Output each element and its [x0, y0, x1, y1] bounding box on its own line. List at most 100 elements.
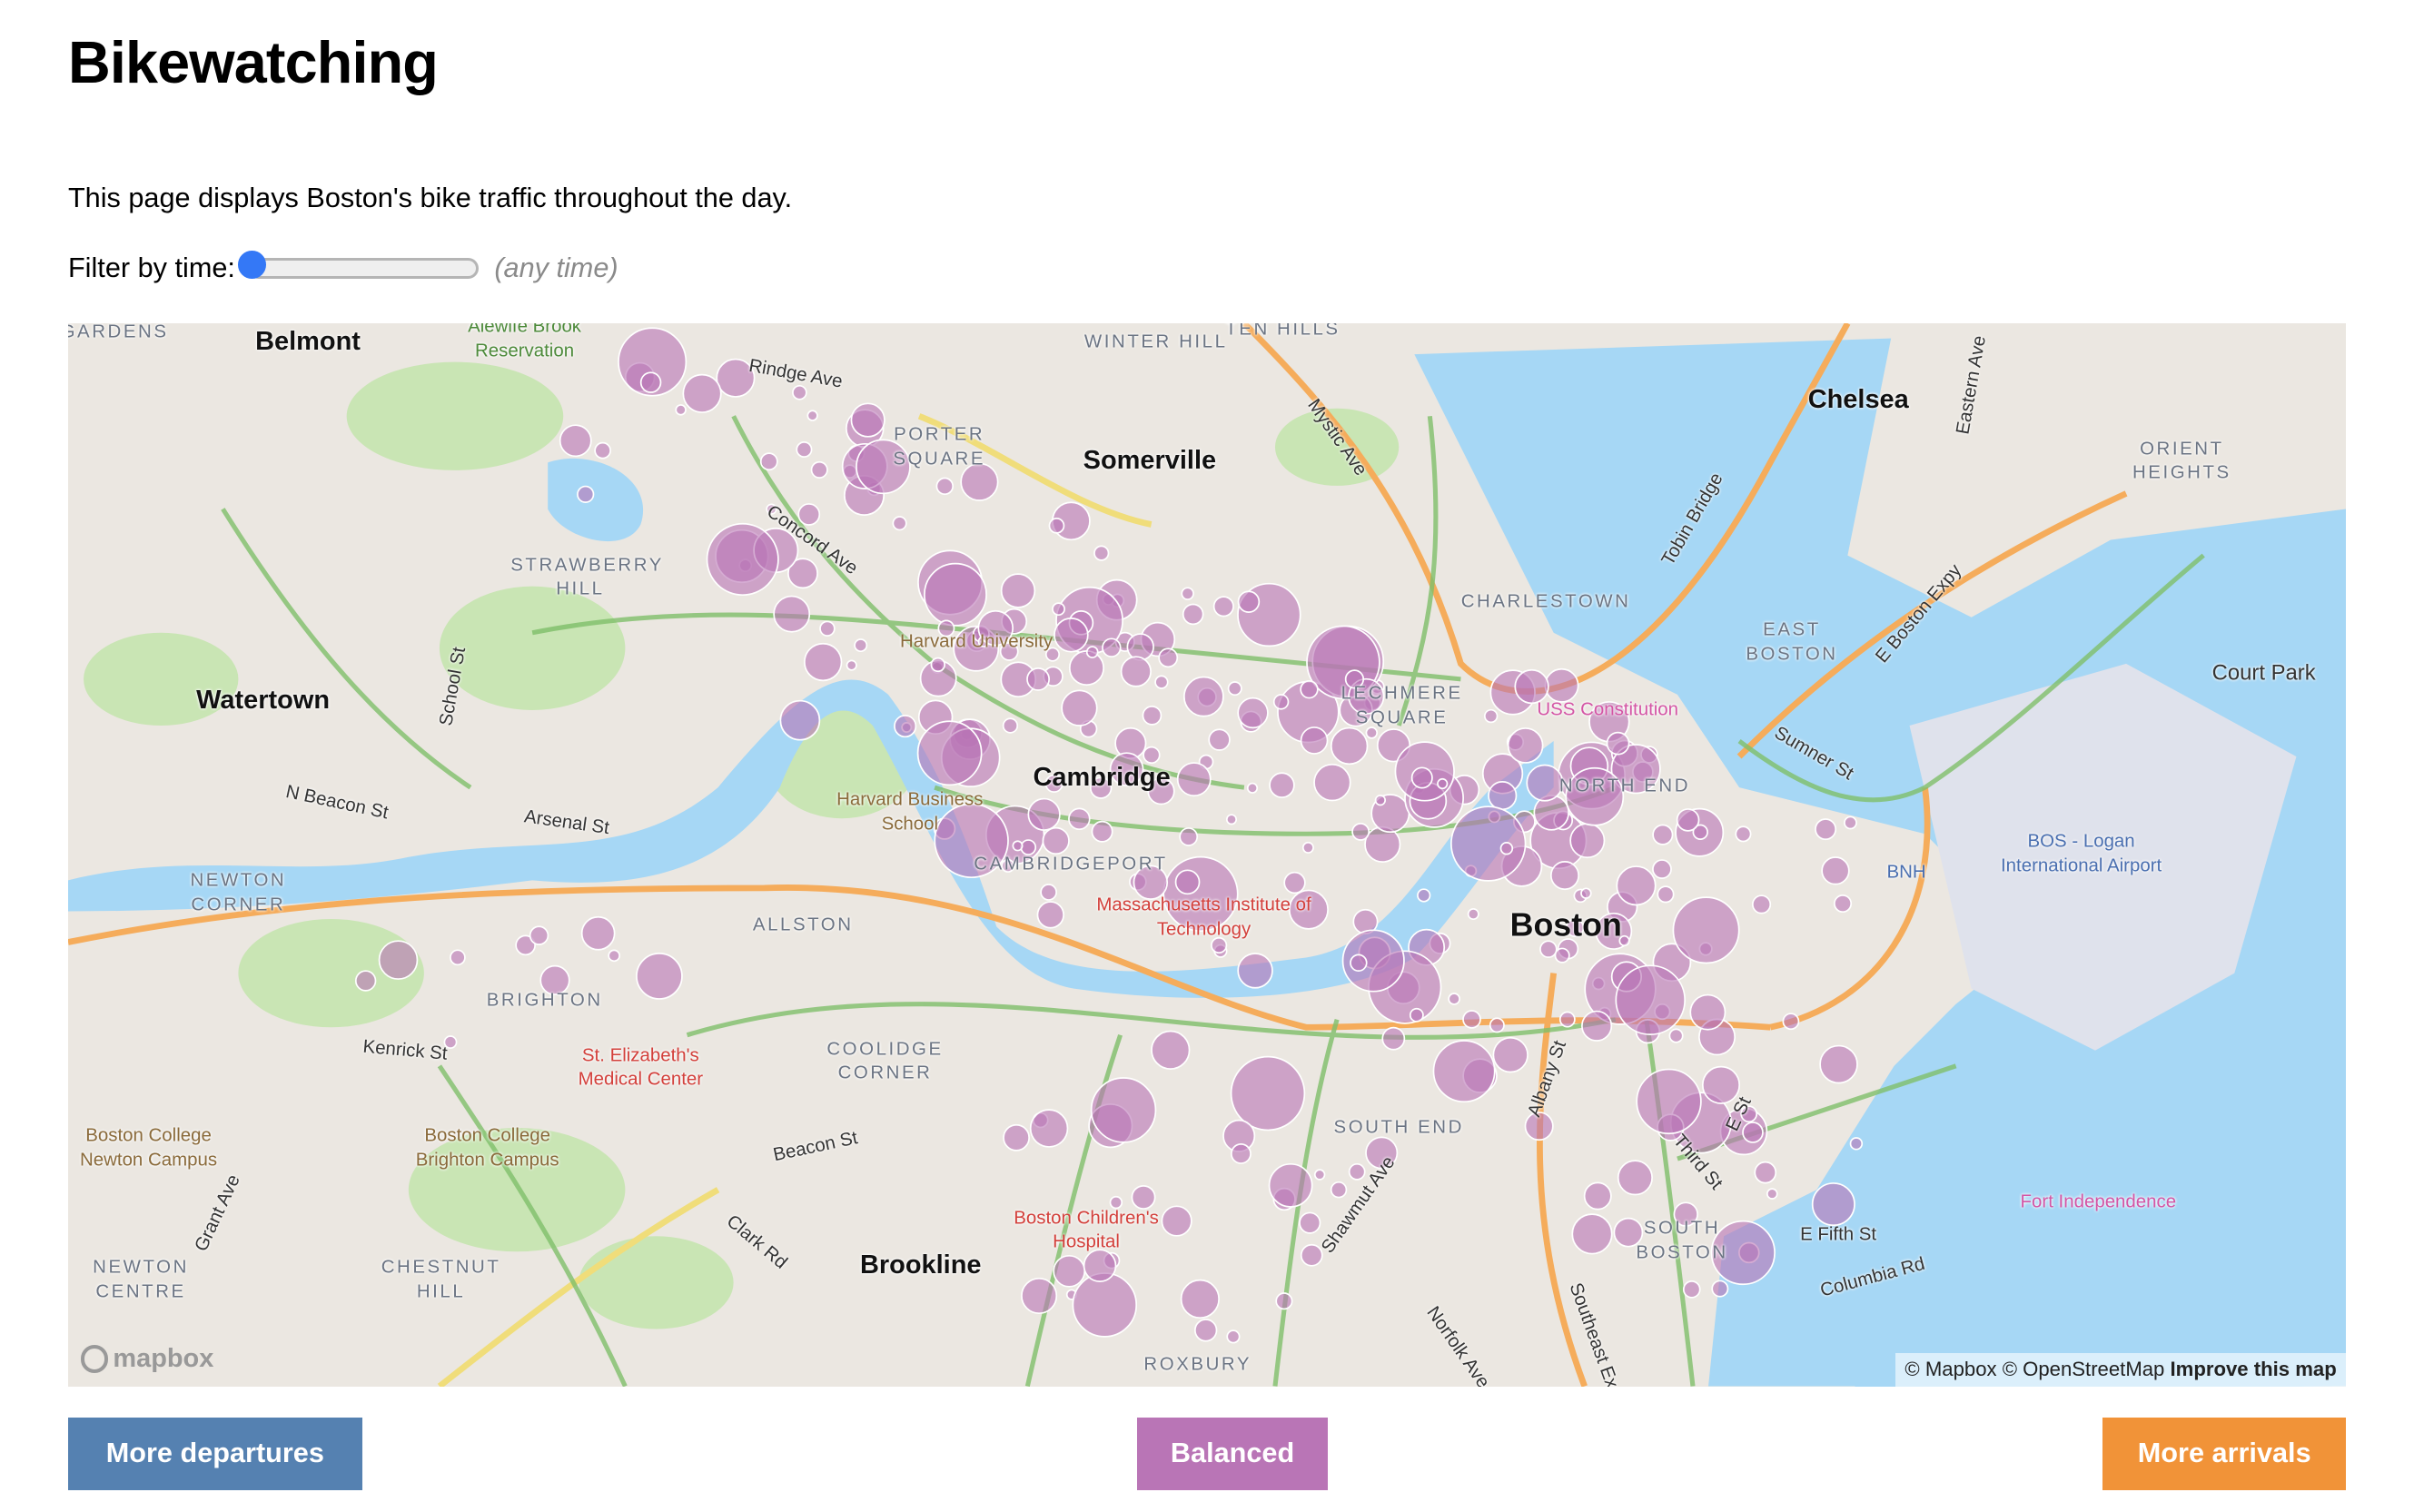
station-marker — [1819, 1044, 1858, 1084]
station-marker — [1237, 953, 1273, 989]
station-marker — [1272, 694, 1290, 710]
station-marker — [1617, 1160, 1653, 1196]
station-marker — [850, 402, 885, 438]
station-marker — [1821, 856, 1850, 885]
station-marker — [806, 410, 818, 421]
map-label-poi: Massachusetts Institute of Technology — [1096, 894, 1311, 940]
station-marker — [1615, 964, 1686, 1036]
station-marker — [1193, 1319, 1218, 1342]
station-marker — [1093, 545, 1110, 561]
station-marker — [1569, 823, 1606, 859]
station-marker — [1179, 827, 1199, 846]
station-marker — [1330, 726, 1369, 766]
map-label-poi: St. Elizabeth's Medical Center — [578, 1044, 704, 1090]
map-label-neighborhood: WINTER HILL — [1083, 331, 1228, 352]
station-marker — [1300, 1244, 1323, 1267]
station-marker — [759, 452, 778, 471]
station-marker — [930, 657, 945, 673]
station-marker — [1682, 1280, 1701, 1299]
station-marker — [1381, 1026, 1406, 1051]
station-marker — [1751, 894, 1772, 914]
filter-label: Filter by time: — [67, 252, 235, 283]
mapbox-logo[interactable]: mapbox — [80, 1343, 214, 1374]
map-label-poi: Boston College Newton Campus — [80, 1124, 218, 1171]
slider-thumb[interactable] — [237, 251, 266, 280]
station-marker — [894, 715, 917, 738]
map-label-street: E Fifth St — [1800, 1223, 1877, 1245]
station-marker — [1126, 633, 1154, 661]
station-marker — [1636, 1068, 1702, 1135]
station-marker — [594, 441, 611, 460]
station-marker — [1526, 764, 1564, 802]
station-marker — [1003, 1124, 1030, 1151]
time-slider[interactable] — [237, 251, 480, 280]
map-label-poi: Boston Children's Hospital — [1014, 1206, 1159, 1252]
station-marker — [1448, 993, 1460, 1005]
station-marker — [1230, 1055, 1306, 1132]
map-label-neighborhood: TEN HILLS — [1225, 323, 1341, 340]
station-marker — [892, 516, 907, 531]
mapbox-logo-icon — [80, 1345, 109, 1373]
station-marker — [1237, 590, 1261, 614]
station-marker — [682, 373, 722, 414]
station-marker — [1021, 1278, 1058, 1315]
mapbox-logo-text: mapbox — [113, 1343, 214, 1373]
station-marker — [1330, 1181, 1348, 1199]
station-marker — [1212, 596, 1234, 618]
station-marker — [354, 970, 377, 992]
map-label-neighborhood: NORTH END — [1558, 775, 1691, 796]
station-marker — [639, 371, 662, 393]
station-marker — [796, 441, 813, 459]
station-marker — [1811, 1182, 1855, 1227]
station-marker — [1313, 1169, 1326, 1181]
station-marker — [1225, 814, 1237, 825]
station-marker — [1158, 647, 1179, 668]
station-marker — [1085, 646, 1099, 659]
station-marker — [1492, 1037, 1529, 1073]
map-label-neighborhood: BRIGHTON — [486, 990, 603, 1012]
station-marker — [1237, 697, 1269, 729]
station-marker — [1002, 717, 1019, 734]
station-marker — [1208, 728, 1231, 751]
station-marker — [1182, 676, 1224, 717]
station-marker — [1350, 954, 1368, 973]
station-marker — [773, 595, 811, 633]
map-label-poi: BNH — [1886, 861, 1926, 883]
station-marker — [1275, 1292, 1293, 1310]
station-marker — [1549, 861, 1579, 891]
map-attribution: © Mapbox © OpenStreetMap Improve this ma… — [1895, 1353, 2346, 1387]
station-marker — [1061, 689, 1098, 726]
map-label-neighborhood: CAMBRIDGEPORT — [974, 854, 1168, 875]
station-marker — [378, 940, 419, 981]
station-marker — [1068, 807, 1091, 831]
improve-map-link[interactable]: Improve this map — [2171, 1358, 2337, 1380]
station-marker — [1449, 805, 1527, 882]
map-label-neighborhood: NEWTON CENTRE — [93, 1256, 189, 1302]
map-label-poi: BOS - Logan International Airport — [2000, 830, 2162, 876]
station-marker — [1657, 885, 1675, 904]
station-marker — [1300, 680, 1319, 699]
station-marker — [1181, 587, 1194, 601]
station-marker — [559, 424, 592, 458]
map-label-neighborhood: NEWTON CORNER — [190, 869, 287, 915]
intro-text: This page displays Boston's bike traffic… — [67, 183, 793, 214]
station-marker — [1580, 887, 1592, 900]
station-marker — [1048, 518, 1065, 534]
map-label-neighborhood: SOUTH BOSTON — [1636, 1217, 1728, 1263]
station-marker — [1301, 842, 1314, 855]
map[interactable]: Belmont Watertown Somerville Chelsea Cam… — [67, 323, 2346, 1387]
station-marker — [1102, 637, 1122, 658]
legend-more-arrivals: More arrivals — [2102, 1417, 2346, 1490]
station-marker — [1042, 826, 1070, 855]
map-label-city: Brookline — [859, 1250, 982, 1280]
map-label-neighborhood: PORTER SQUARE — [893, 423, 986, 469]
attribution-text[interactable]: © Mapbox © OpenStreetMap — [1904, 1358, 2164, 1380]
station-marker — [935, 477, 954, 496]
station-marker — [1711, 1280, 1729, 1298]
map-label-poi: Harvard Business School — [836, 788, 984, 835]
station-marker — [1668, 1028, 1684, 1043]
station-marker — [1558, 1011, 1576, 1028]
map-label-neighborhood: SOUTH END — [1333, 1116, 1464, 1138]
map-label-neighborhood: ALLSTON — [752, 914, 854, 935]
map-label-neighborhood: STRAWBERRY HILL — [510, 553, 664, 599]
